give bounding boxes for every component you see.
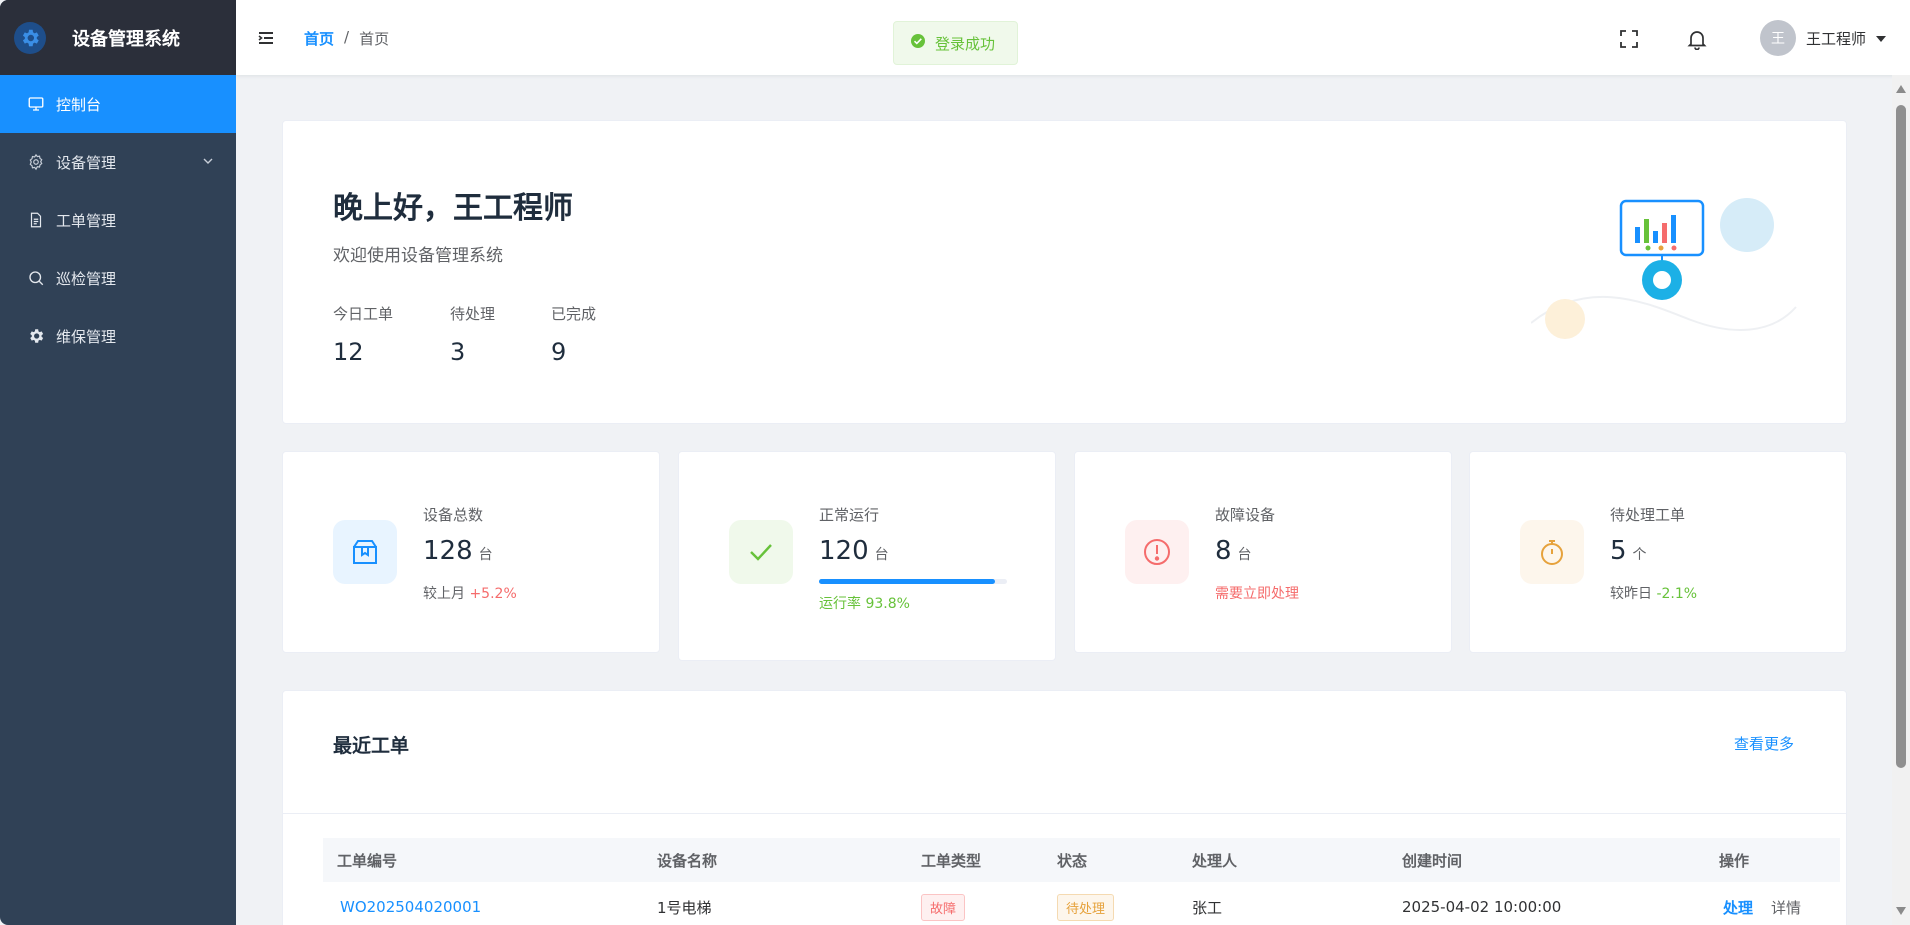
toast-message: 登录成功 <box>935 34 996 53</box>
greeting-title: 晚上好，王工程师 <box>333 191 573 226</box>
sidebar-item-label: 维保管理 <box>56 327 117 346</box>
column-header: 状态 <box>1057 851 1088 870</box>
kpi-sub: 运行率 93.8% <box>819 596 910 612</box>
recent-orders-card: 最近工单 查看更多 工单编号 设备名称 工单类型 状态 处理人 创建时间 操作 … <box>282 690 1847 925</box>
gear-logo-icon <box>14 21 46 54</box>
kpi-pending-orders: 待处理工单 5个 较昨日 -2.1% <box>1469 451 1847 653</box>
column-header: 工单类型 <box>921 851 982 870</box>
kpi-value: 5个 <box>1610 536 1647 566</box>
sidebar-item-devices[interactable]: 设备管理 <box>0 133 236 191</box>
success-check-icon <box>910 33 926 53</box>
caret-down-icon <box>1876 29 1887 47</box>
search-icon <box>26 268 46 288</box>
divider <box>283 813 1846 814</box>
stat-value: 3 <box>450 338 466 366</box>
order-id-link[interactable]: WO202504020001 <box>340 898 481 916</box>
column-header: 设备名称 <box>657 851 718 870</box>
assignee: 张工 <box>1192 898 1223 917</box>
stopwatch-icon <box>1520 520 1584 584</box>
gear-solid-icon <box>26 326 46 346</box>
sidebar: 设备管理系统 控制台 设备管理 工单管理 巡检管理 维保管理 <box>0 0 236 925</box>
table-row: WO202504020001 1号电梯 故障 待处理 张工 2025-04-02… <box>323 882 1840 925</box>
kpi-label: 故障设备 <box>1215 506 1276 524</box>
created-time: 2025-04-02 10:00:00 <box>1402 898 1562 916</box>
sidebar-item-inspection[interactable]: 巡检管理 <box>0 249 236 307</box>
kpi-label: 待处理工单 <box>1610 506 1686 524</box>
scrollbar-thumb[interactable] <box>1896 105 1906 768</box>
process-button[interactable]: 处理 <box>1723 899 1753 917</box>
stat-pending: 待处理 3 <box>450 303 495 366</box>
breadcrumb-home-link[interactable]: 首页 <box>304 28 334 49</box>
alert-icon <box>1125 520 1189 584</box>
table-header: 工单编号 设备名称 工单类型 状态 处理人 创建时间 操作 <box>323 838 1840 882</box>
running-rate-progress <box>819 579 1007 584</box>
kpi-value: 128 台 <box>423 536 493 566</box>
view-more-link[interactable]: 查看更多 <box>1734 733 1794 754</box>
welcome-card: 晚上好，王工程师 欢迎使用设备管理系统 今日工单 12 待处理 3 已完成 9 <box>282 120 1847 424</box>
kpi-total-devices: 设备总数 128 台 较上月 +5.2% <box>282 451 660 653</box>
stat-completed: 已完成 9 <box>551 303 596 366</box>
user-menu[interactable]: 王 王工程师 <box>1760 20 1887 56</box>
stat-label: 已完成 <box>551 305 597 323</box>
scroll-down-arrow-icon[interactable] <box>1896 907 1906 915</box>
stat-label: 待处理 <box>450 305 496 323</box>
fullscreen-icon[interactable] <box>1618 28 1640 50</box>
progress-fill <box>819 579 996 584</box>
login-success-toast: 登录成功 <box>893 21 1018 65</box>
breadcrumb-separator: / <box>344 28 350 46</box>
sidebar-item-maintenance[interactable]: 维保管理 <box>0 307 236 365</box>
kpi-faulty-devices: 故障设备 8台 需要立即处理 <box>1074 451 1452 653</box>
kpi-label: 正常运行 <box>819 506 880 524</box>
greeting-subtitle: 欢迎使用设备管理系统 <box>333 246 503 266</box>
column-header: 处理人 <box>1192 851 1238 870</box>
document-icon <box>26 210 46 230</box>
stat-today-orders: 今日工单 12 <box>333 303 393 366</box>
brand: 设备管理系统 <box>0 0 236 75</box>
sidebar-item-label: 工单管理 <box>56 211 117 230</box>
details-button[interactable]: 详情 <box>1771 899 1801 917</box>
avatar: 王 <box>1760 20 1796 56</box>
gear-outline-icon <box>26 152 46 172</box>
app-title: 设备管理系统 <box>72 28 180 50</box>
sidebar-item-label: 设备管理 <box>56 153 117 172</box>
kpi-label: 设备总数 <box>423 506 484 524</box>
monitor-icon <box>26 94 46 114</box>
kpi-running-devices: 正常运行 120 台 运行率 93.8% <box>678 451 1056 661</box>
bell-icon[interactable] <box>1686 28 1708 51</box>
sidebar-item-console[interactable]: 控制台 <box>0 75 236 133</box>
status-badge: 待处理 <box>1057 893 1115 921</box>
sidebar-item-label: 控制台 <box>56 95 102 114</box>
stat-value: 12 <box>333 338 364 366</box>
kpi-sub: 较昨日 -2.1% <box>1610 586 1698 602</box>
type-tag: 故障 <box>921 893 966 921</box>
kpi-sub: 需要立即处理 <box>1215 586 1299 602</box>
kpi-value: 120 台 <box>819 536 889 566</box>
kpi-value: 8台 <box>1215 536 1252 566</box>
stat-label: 今日工单 <box>333 305 394 323</box>
chevron-down-icon <box>202 153 214 171</box>
column-header: 工单编号 <box>337 851 398 870</box>
column-header: 创建时间 <box>1402 851 1463 870</box>
scroll-up-arrow-icon[interactable] <box>1896 85 1906 93</box>
sidebar-item-label: 巡检管理 <box>56 269 117 288</box>
check-icon <box>729 520 793 584</box>
menu-toggle-icon[interactable] <box>256 28 276 48</box>
box-icon <box>333 520 397 584</box>
top-header: 首页 / 首页 登录成功 王 王工程师 <box>236 0 1910 75</box>
breadcrumb-current: 首页 <box>359 30 390 48</box>
kpi-sub: 较上月 +5.2% <box>423 586 517 602</box>
row-actions: 处理 详情 <box>1723 897 1801 918</box>
column-header: 操作 <box>1719 851 1750 870</box>
dashboard-illustration <box>1530 195 1801 359</box>
page-scrollbar[interactable] <box>1892 75 1910 925</box>
device-name: 1号电梯 <box>657 898 712 917</box>
section-title: 最近工单 <box>333 735 410 757</box>
orders-table: 工单编号 设备名称 工单类型 状态 处理人 创建时间 操作 WO20250402… <box>323 838 1840 925</box>
breadcrumb: 首页 / 首页 <box>304 28 389 49</box>
user-name: 王工程师 <box>1806 29 1867 48</box>
stat-value: 9 <box>551 338 567 366</box>
sidebar-item-work-orders[interactable]: 工单管理 <box>0 191 236 249</box>
